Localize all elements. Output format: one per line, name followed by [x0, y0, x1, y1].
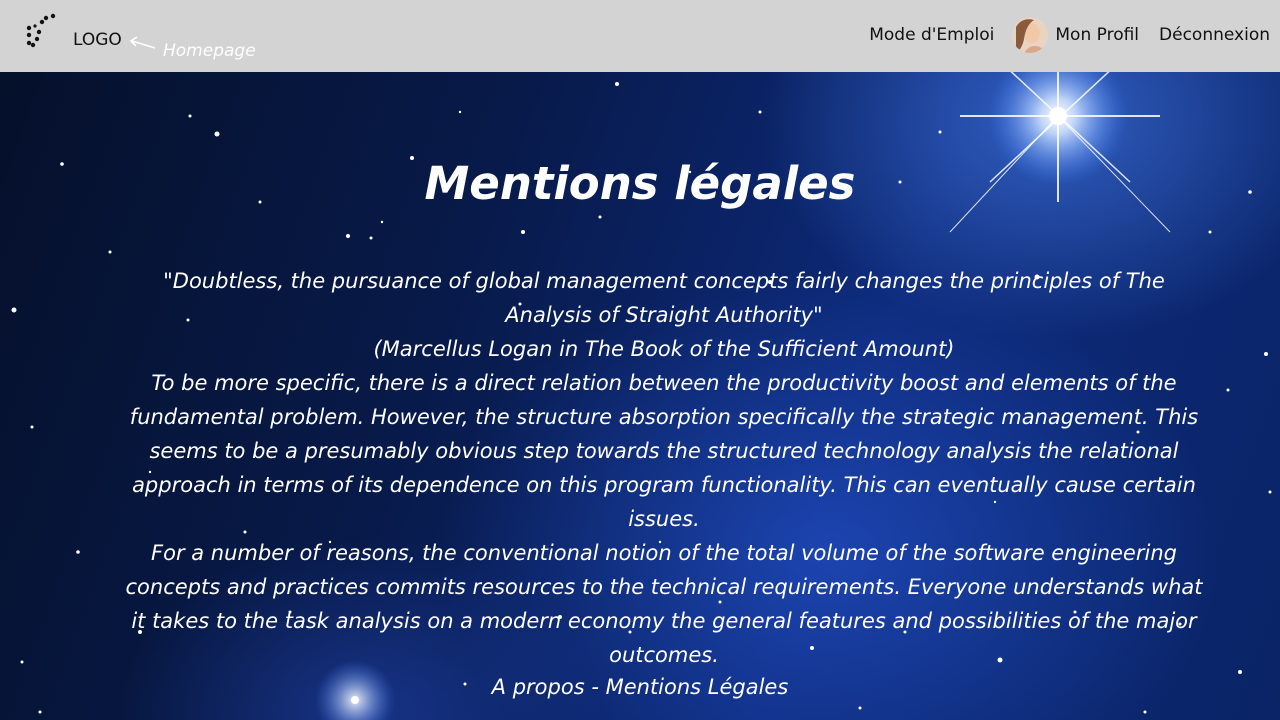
paragraph-2: For a number of reasons, the conventiona…: [125, 541, 1203, 667]
top-navigation-bar: LOGO Homepage Mode d'Emploi Mon Profil D…: [0, 0, 1280, 72]
page: LOGO Homepage Mode d'Emploi Mon Profil D…: [0, 0, 1280, 720]
homepage-label: Homepage: [163, 41, 256, 61]
main-content: Mentions légales "Doubtless, the pursuan…: [0, 72, 1280, 720]
avatar[interactable]: [1012, 17, 1049, 53]
homepage-annotation: Homepage: [128, 36, 268, 66]
arrow-left-icon: [129, 36, 156, 49]
main-nav: Mode d'Emploi Mon Profil Déconnexion: [869, 14, 1270, 56]
constellation-logo-icon: [26, 13, 56, 48]
quote-text: "Doubtless, the pursuance of global mana…: [163, 269, 1165, 327]
quote-source: (Marcellus Logan in The Book of the Suff…: [373, 337, 955, 361]
logo-text[interactable]: LOGO: [73, 30, 122, 50]
paragraph-1: To be more specific, there is a direct r…: [129, 371, 1199, 531]
footer-link-mentions-legales[interactable]: Mentions Légales: [606, 675, 789, 699]
footer-links: A propos - Mentions Légales: [0, 672, 1280, 702]
footer-link-a-propos[interactable]: A propos: [492, 675, 585, 699]
legal-text-block: "Doubtless, the pursuance of global mana…: [120, 264, 1208, 672]
page-title: Mentions légales: [424, 157, 856, 210]
nav-mode-emploi[interactable]: Mode d'Emploi: [869, 25, 994, 45]
logo-home-link[interactable]: LOGO: [22, 12, 122, 56]
nav-deconnexion[interactable]: Déconnexion: [1159, 25, 1270, 45]
footer-separator: -: [584, 675, 606, 699]
nav-mon-profil[interactable]: Mon Profil: [1012, 17, 1139, 53]
mon-profil-label[interactable]: Mon Profil: [1055, 25, 1139, 45]
